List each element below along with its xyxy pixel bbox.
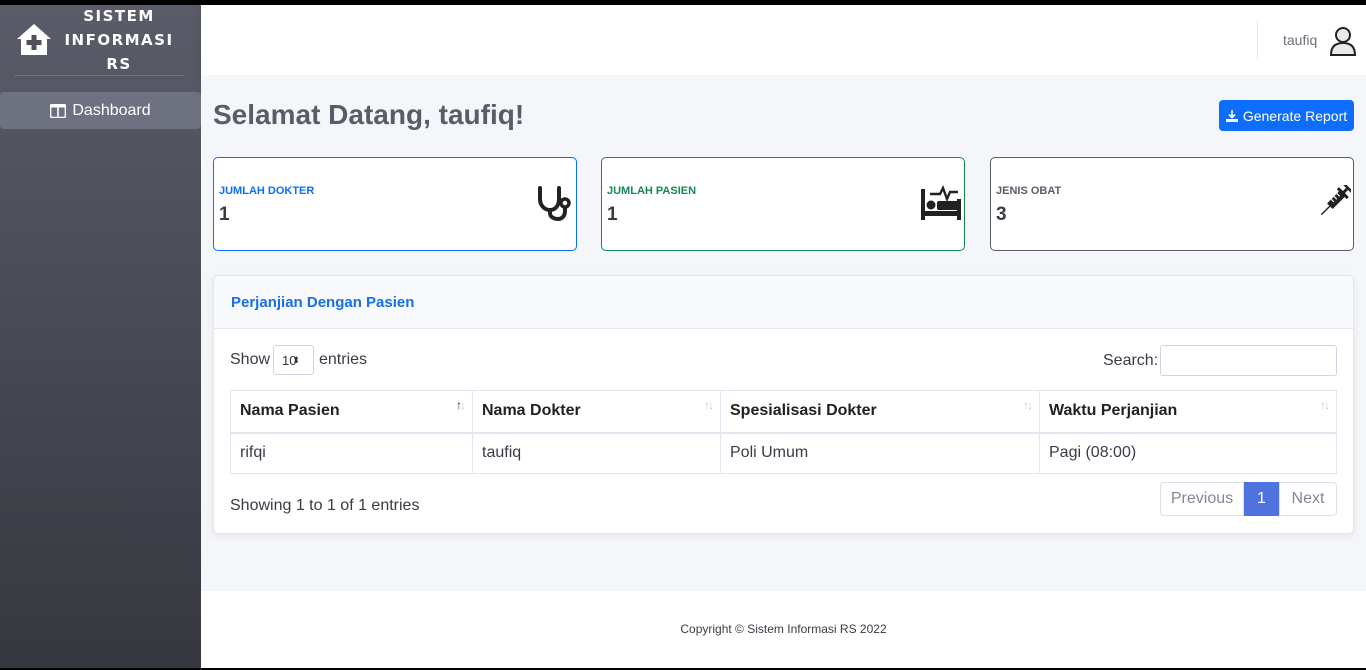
stat-value: 3 — [996, 204, 1007, 225]
sidebar: SISTEM INFORMASI RS Dashboard — [0, 5, 201, 668]
column-header-spesialisasi[interactable]: Spesialisasi Dokter ↑↓ — [720, 390, 1040, 434]
appointments-panel: Perjanjian Dengan Pasien Show 10 ⬍ entri… — [213, 275, 1354, 534]
column-header-label: Waktu Perjanjian — [1049, 402, 1178, 420]
stat-card-dokter: JUMLAH DOKTER 1 — [213, 157, 577, 251]
stat-label: JENIS OBAT — [996, 185, 1062, 197]
table-info: Showing 1 to 1 of 1 entries — [230, 497, 420, 514]
brand-line-2: INFORMASI — [64, 31, 174, 49]
stat-card-obat: JENIS OBAT 3 — [990, 157, 1354, 251]
column-header-label: Nama Pasien — [240, 402, 340, 420]
topbar: taufiq — [201, 5, 1366, 75]
stat-label: JUMLAH DOKTER — [219, 185, 315, 197]
brand-name: SISTEM INFORMASI RS — [60, 4, 178, 76]
show-label: Show — [230, 351, 271, 368]
footer: Copyright © Sistem Informasi RS 2022 — [201, 591, 1366, 668]
pagination: Previous 1 Next — [1160, 482, 1337, 516]
sidebar-item-dashboard[interactable]: Dashboard — [0, 92, 201, 129]
sort-icon: ↑↓ — [1023, 398, 1033, 412]
main-content: Selamat Datang, taufiq! Generate Report … — [201, 75, 1366, 591]
stat-value: 1 — [607, 204, 618, 225]
copyright-text: Copyright © Sistem Informasi RS 2022 — [680, 622, 887, 636]
column-header-nama-pasien[interactable]: Nama Pasien ↑↓ — [230, 390, 473, 434]
column-header-label: Spesialisasi Dokter — [730, 402, 877, 420]
table-header-row: Nama Pasien ↑↓ Nama Dokter ↑↓ Spesialisa… — [230, 390, 1337, 434]
download-icon — [1225, 109, 1238, 122]
topbar-divider — [1257, 21, 1258, 59]
sort-asc-icon: ↑↓ — [456, 398, 466, 412]
sort-icon: ↑↓ — [1320, 398, 1330, 412]
entries-select[interactable]: 10 ⬍ — [273, 345, 314, 375]
panel-title: Perjanjian Dengan Pasien — [231, 294, 415, 311]
stethoscope-icon — [538, 186, 571, 221]
cell-nama-pasien: rifqi — [230, 432, 473, 474]
generate-report-button[interactable]: Generate Report — [1219, 100, 1354, 131]
sort-icon: ↑↓ — [704, 398, 714, 412]
cell-nama-dokter: taufiq — [472, 432, 721, 474]
sidebar-divider — [14, 75, 185, 76]
pagination-next[interactable]: Next — [1279, 482, 1337, 516]
column-header-waktu[interactable]: Waktu Perjanjian ↑↓ — [1039, 390, 1337, 434]
search-input[interactable] — [1160, 345, 1337, 376]
page-title: Selamat Datang, taufiq! — [213, 99, 525, 130]
entries-label: entries — [319, 351, 368, 368]
chevron-updown-icon: ⬍ — [292, 354, 301, 365]
column-header-nama-dokter[interactable]: Nama Dokter ↑↓ — [472, 390, 721, 434]
bed-pulse-icon — [921, 185, 961, 220]
user-name[interactable]: taufiq — [1283, 32, 1317, 48]
stat-card-pasien: JUMLAH PASIEN 1 — [601, 157, 965, 251]
hospital-home-icon — [17, 24, 51, 55]
columns-icon — [50, 103, 67, 118]
pagination-page-1[interactable]: 1 — [1244, 482, 1279, 516]
appointments-table: Nama Pasien ↑↓ Nama Dokter ↑↓ Spesialisa… — [230, 390, 1337, 474]
cell-waktu: Pagi (08:00) — [1039, 432, 1337, 474]
stat-label: JUMLAH PASIEN — [607, 185, 697, 197]
pagination-previous[interactable]: Previous — [1160, 482, 1244, 516]
panel-header: Perjanjian Dengan Pasien — [214, 276, 1353, 329]
column-header-label: Nama Dokter — [482, 402, 581, 420]
search-label: Search: — [1103, 352, 1159, 369]
syringe-icon — [1320, 185, 1351, 216]
stat-value: 1 — [219, 204, 230, 225]
brand-line-3: RS — [106, 55, 132, 73]
sidebar-brand[interactable]: SISTEM INFORMASI RS — [0, 5, 201, 75]
user-icon[interactable] — [1329, 26, 1357, 56]
brand-line-1: SISTEM — [83, 7, 155, 25]
cell-spesialisasi: Poli Umum — [720, 432, 1040, 474]
table-row: rifqi taufiq Poli Umum Pagi (08:00) — [230, 432, 1337, 474]
sidebar-item-label: Dashboard — [72, 101, 151, 119]
generate-report-label: Generate Report — [1242, 107, 1348, 124]
